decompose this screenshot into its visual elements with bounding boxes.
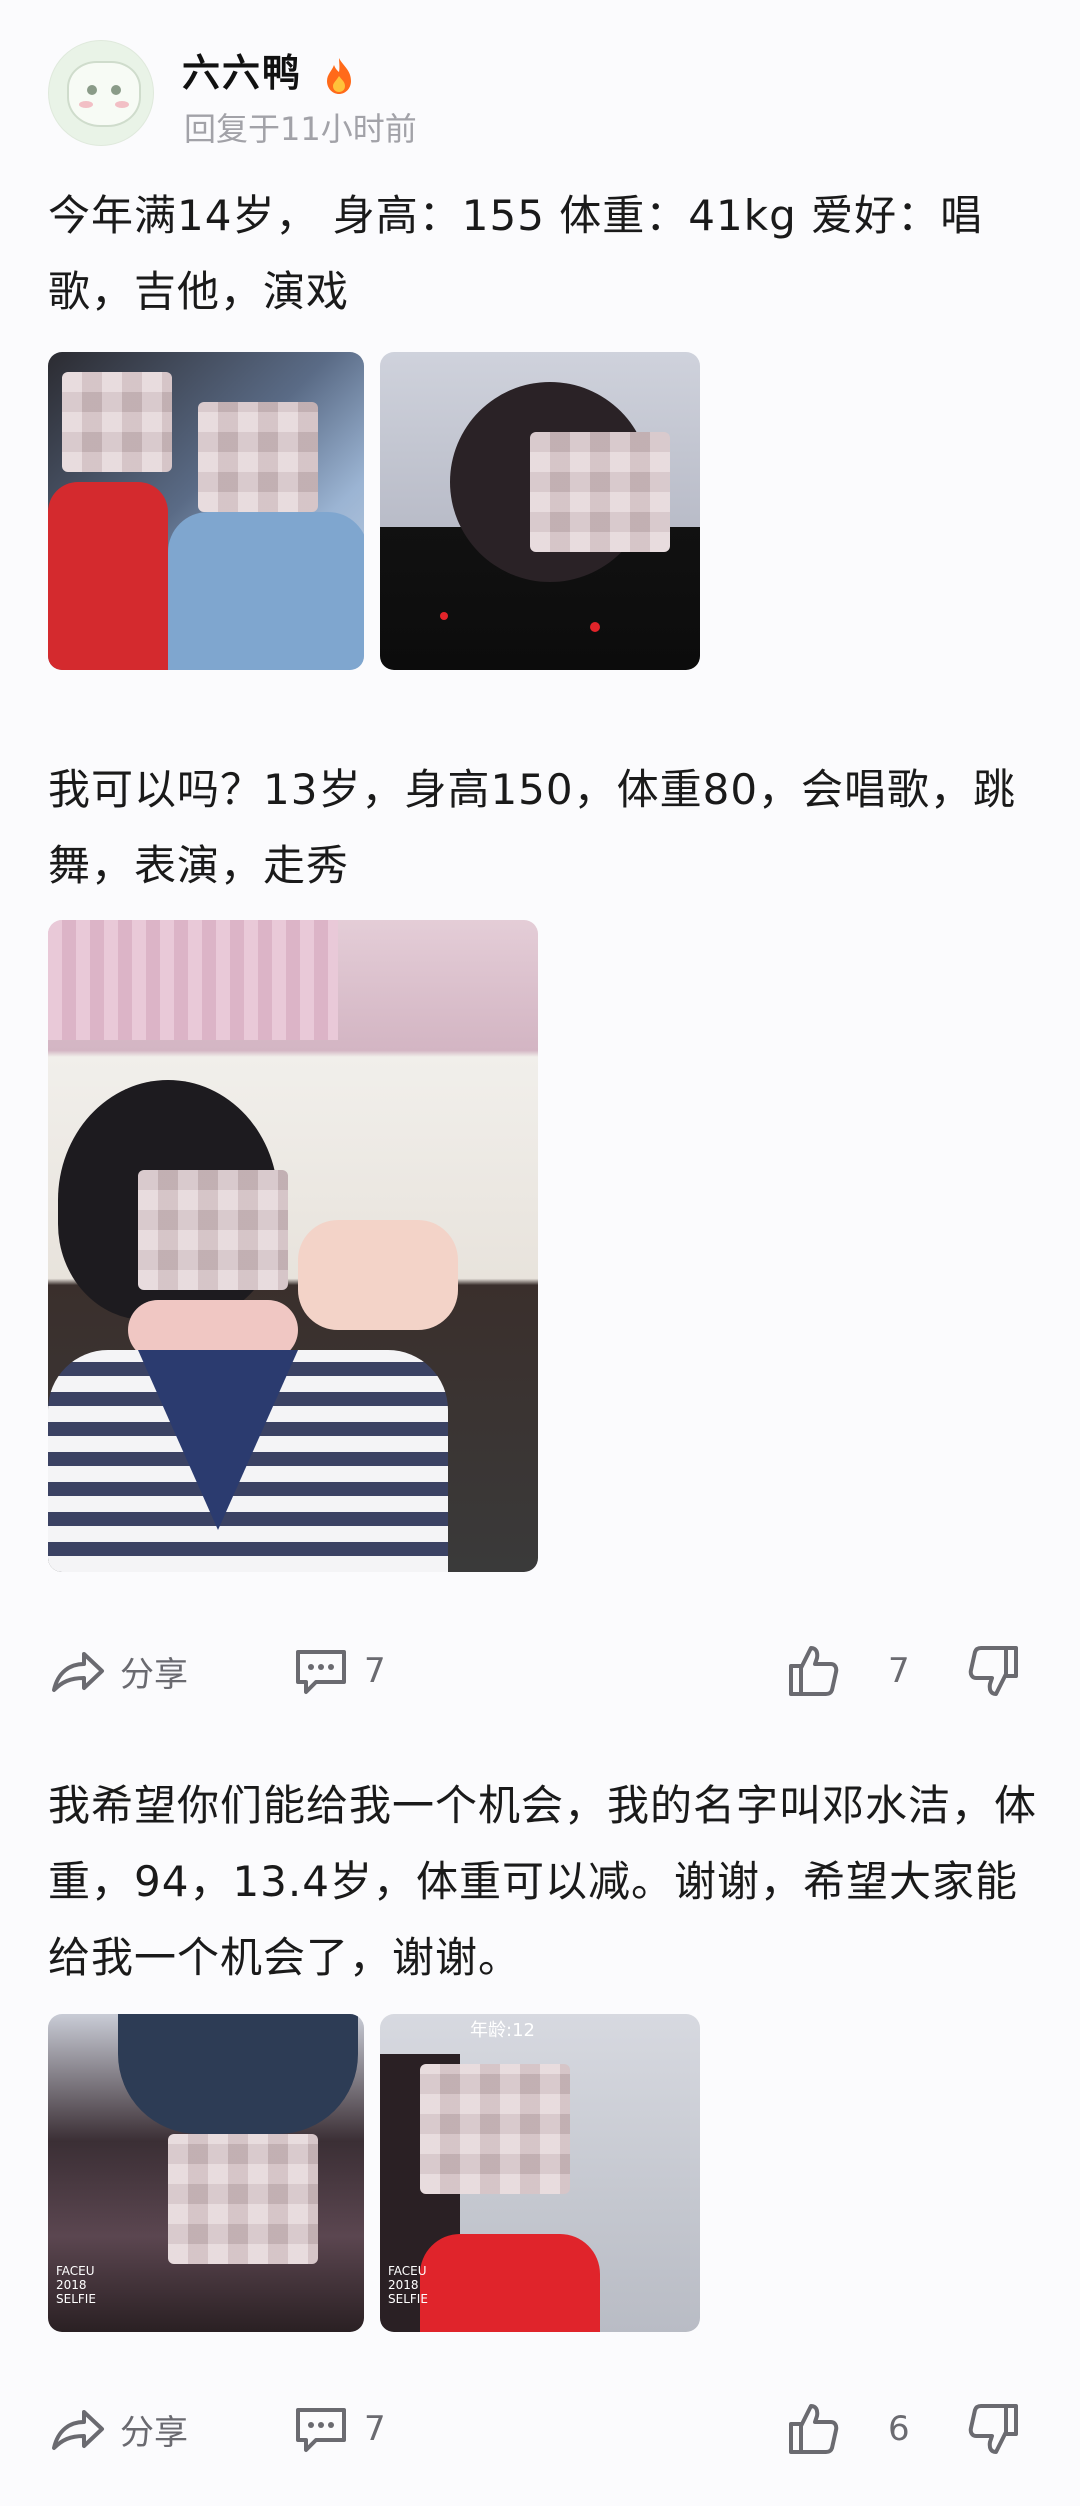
comment-text-3: 我希望你们能给我一个机会，我的名字叫邓水洁，体重，94，13.4岁，体重可以减。… — [48, 1781, 1038, 1982]
reply-time: 回复于11小时前 — [184, 110, 417, 148]
like-button[interactable] — [783, 1636, 841, 1706]
like-count-wrap: 7 — [888, 1636, 910, 1706]
like-count: 7 — [888, 1651, 910, 1691]
comment-count: 7 — [364, 1651, 386, 1691]
like-count: 6 — [888, 2409, 910, 2449]
pixelated-face — [530, 432, 670, 552]
post-header: 六六鸭 回复于11小时前 — [48, 40, 1028, 150]
comment-text-1: 今年满14岁， 身高：155 体重：41kg 爱好：唱歌，吉他，演戏 — [48, 191, 984, 316]
photo-1a[interactable] — [48, 352, 364, 670]
username-text: 六六鸭 — [182, 51, 303, 95]
avatar-face — [67, 61, 141, 127]
thumbs-up-icon — [789, 2404, 839, 2454]
thumbs-down-icon — [968, 2404, 1018, 2454]
avatar[interactable] — [48, 40, 154, 146]
like-button[interactable] — [783, 2394, 841, 2464]
age-tag: 年龄:12 — [470, 2020, 535, 2041]
comment-text-2: 我可以吗？13岁，身高150，体重80，会唱歌，跳舞，表演，走秀 — [48, 765, 1017, 890]
share-label: 分享 — [120, 1654, 188, 1695]
action-bar-2: 分享 7 6 — [48, 2394, 1032, 2464]
faceu-stamp: FACEU 2018 SELFIE — [388, 2264, 428, 2306]
username[interactable]: 六六鸭 — [182, 42, 355, 97]
fire-icon — [327, 57, 352, 94]
share-button[interactable]: 分享 — [48, 1636, 188, 1706]
pixelated-face — [62, 372, 172, 472]
photo-2[interactable] — [48, 920, 538, 1572]
like-count-wrap: 6 — [888, 2394, 910, 2464]
photo-1b[interactable] — [380, 352, 700, 670]
share-arrow-icon — [52, 2410, 104, 2450]
action-bar-1: 分享 7 7 — [48, 1636, 1032, 1706]
pixelated-face — [138, 1170, 288, 1290]
speech-bubble-icon — [296, 2408, 346, 2452]
photo-3a[interactable]: FACEU 2018 SELFIE — [48, 2014, 364, 2332]
speech-bubble-icon — [296, 1650, 346, 1694]
faceu-stamp: FACEU 2018 SELFIE — [56, 2264, 96, 2306]
dislike-button[interactable] — [966, 2394, 1024, 2464]
pixelated-face — [168, 2134, 318, 2264]
share-label: 分享 — [120, 2412, 188, 2453]
comment-count: 7 — [364, 2409, 386, 2449]
pixelated-face — [198, 402, 318, 512]
thumbs-down-icon — [968, 1646, 1018, 1696]
photo-3b[interactable]: 年龄:12 FACEU 2018 SELFIE — [380, 2014, 700, 2332]
thumbs-up-icon — [789, 1646, 839, 1696]
share-button[interactable]: 分享 — [48, 2394, 188, 2464]
comment-button[interactable]: 7 — [292, 1636, 386, 1706]
comment-button[interactable]: 7 — [292, 2394, 386, 2464]
share-arrow-icon — [52, 1652, 104, 1692]
dislike-button[interactable] — [966, 1636, 1024, 1706]
pixelated-face — [420, 2064, 570, 2194]
